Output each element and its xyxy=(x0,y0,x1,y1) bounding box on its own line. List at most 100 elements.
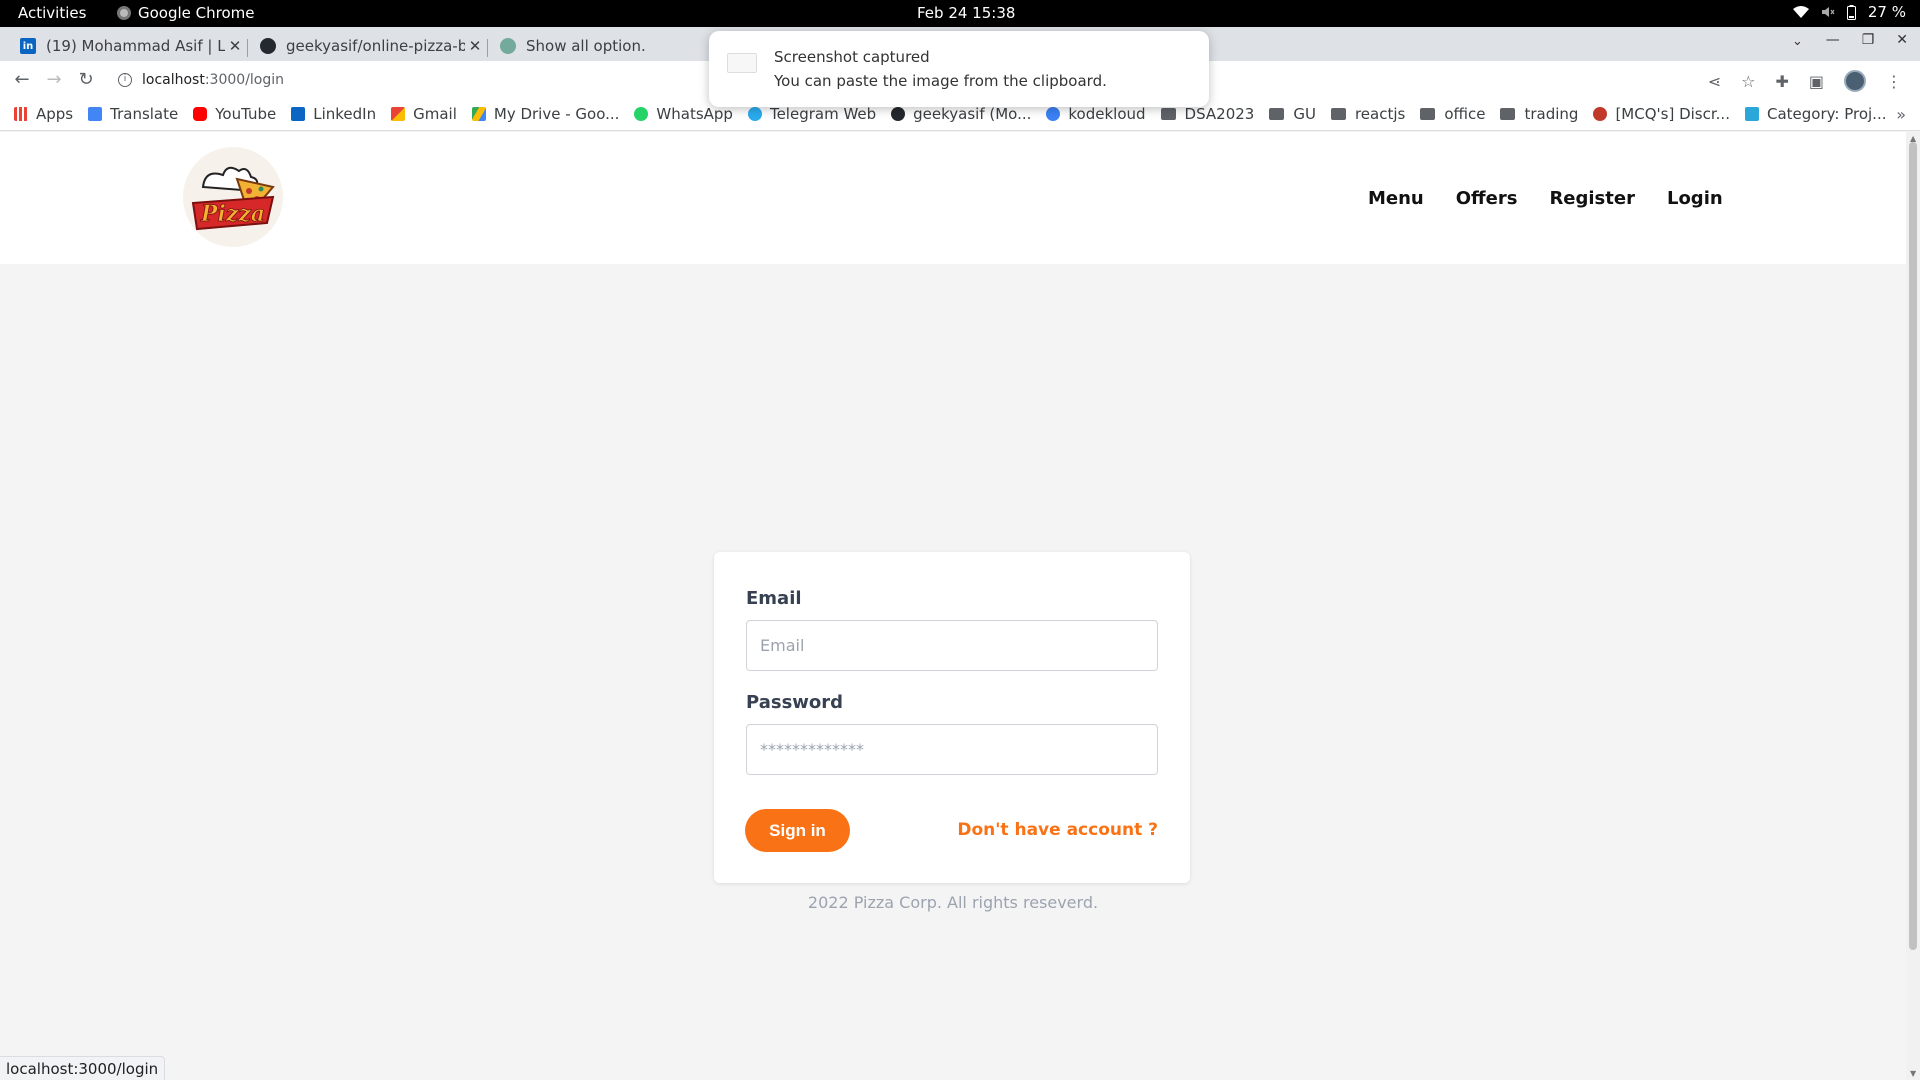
tab-title: geekyasif/online-pizza-bakery xyxy=(286,37,465,55)
bookmark-kodekloud[interactable]: kodekloud xyxy=(1046,105,1146,123)
footer-copyright: 2022 Pizza Corp. All rights reseverd. xyxy=(807,893,1099,912)
bookmark-folder-dsa2023[interactable]: DSA2023 xyxy=(1160,105,1255,123)
pizza-logo[interactable]: Pizza xyxy=(183,147,283,247)
chrome-menu-icon[interactable]: ⋮ xyxy=(1886,72,1902,91)
tab-chatgpt[interactable]: Show all option. xyxy=(480,31,710,61)
activities-button[interactable]: Activities xyxy=(18,4,86,22)
bookmark-label: Translate xyxy=(110,105,179,123)
app-menu[interactable]: Google Chrome xyxy=(117,4,255,22)
bookmark-translate[interactable]: Translate xyxy=(88,105,178,123)
whatsapp-icon xyxy=(634,107,649,121)
login-card: Email Email Password ************* Sign … xyxy=(714,552,1190,883)
bookmark-label: LinkedIn xyxy=(313,105,377,123)
bookmark-label: Telegram Web xyxy=(769,105,877,123)
back-icon[interactable]: ← xyxy=(11,69,33,90)
bookmark-label: [MCQ's] Discr... xyxy=(1615,105,1730,123)
bookmark-label: DSA2023 xyxy=(1184,105,1255,123)
screenshot-notification[interactable]: Screenshot captured You can paste the im… xyxy=(709,31,1209,107)
drive-icon xyxy=(471,107,486,121)
url-host: localhost xyxy=(142,72,205,88)
email-label: Email xyxy=(746,588,802,609)
main-nav: Menu Offers Register Login xyxy=(1368,188,1723,209)
pizza-logo-icon: Pizza xyxy=(191,166,275,231)
nav-register[interactable]: Register xyxy=(1549,188,1635,209)
bookmark-folder-office[interactable]: office xyxy=(1420,105,1485,123)
linkedin-icon xyxy=(291,107,306,121)
bookmark-star-icon[interactable]: ☆ xyxy=(1741,72,1755,91)
github-icon xyxy=(260,38,276,54)
chatgpt-icon xyxy=(500,38,516,54)
scroll-down-icon[interactable]: ▼ xyxy=(1910,1069,1916,1078)
bookmark-github[interactable]: geekyasif (Mo... xyxy=(891,105,1031,123)
profile-avatar[interactable] xyxy=(1844,70,1866,92)
system-top-bar: Activities Google Chrome Feb 24 15:38 27… xyxy=(0,0,1920,27)
bookmark-label: trading xyxy=(1524,105,1579,123)
folder-icon xyxy=(1269,108,1285,120)
bookmark-whatsapp[interactable]: WhatsApp xyxy=(634,105,733,123)
bookmark-folder-trading[interactable]: trading xyxy=(1500,105,1578,123)
page-scrollbar[interactable]: ▲ ▼ xyxy=(1906,132,1920,1080)
bookmark-label: GU xyxy=(1293,105,1316,123)
sign-in-button[interactable]: Sign in xyxy=(745,809,850,852)
linkedin-icon: in xyxy=(20,38,36,54)
tab-search-icon[interactable]: ⌄ xyxy=(1792,34,1803,49)
bookmark-youtube[interactable]: YouTube xyxy=(193,105,276,123)
bookmark-drive[interactable]: My Drive - Goo... xyxy=(471,105,620,123)
github-icon xyxy=(891,107,906,121)
side-panel-icon[interactable]: ▣ xyxy=(1809,72,1824,91)
logo-text: Pizza xyxy=(200,201,265,227)
battery-icon xyxy=(1846,4,1856,20)
no-account-link[interactable]: Don't have account ? xyxy=(957,820,1158,840)
bookmark-category[interactable]: Category: Proj... xyxy=(1744,105,1887,123)
app-name: Google Chrome xyxy=(138,4,255,22)
password-placeholder: ************* xyxy=(760,740,864,759)
folder-icon xyxy=(1420,108,1436,120)
bookmark-label: WhatsApp xyxy=(656,105,733,123)
kodekloud-icon xyxy=(1046,107,1061,121)
nav-menu[interactable]: Menu xyxy=(1368,188,1424,209)
bookmark-mcq[interactable]: [MCQ's] Discr... xyxy=(1593,105,1730,123)
clock[interactable]: Feb 24 15:38 xyxy=(917,4,1015,22)
telegram-icon xyxy=(747,107,762,121)
tab-title: (19) Mohammad Asif | LinkedIn xyxy=(46,37,225,55)
bookmarks-overflow-icon[interactable]: » xyxy=(1896,105,1906,124)
link-status-bar: localhost:3000/login xyxy=(0,1056,166,1080)
tab-linkedin[interactable]: in (19) Mohammad Asif | LinkedIn ✕ xyxy=(0,31,245,61)
volume-muted-icon xyxy=(1821,7,1835,17)
email-placeholder: Email xyxy=(760,636,805,655)
site-header: Pizza Menu Offers Register Login xyxy=(0,132,1906,264)
bookmark-telegram[interactable]: Telegram Web xyxy=(747,105,877,123)
folder-icon xyxy=(1330,108,1346,120)
bookmark-label: My Drive - Goo... xyxy=(493,105,620,123)
bookmark-label: Apps xyxy=(36,105,74,123)
restore-icon[interactable]: ❐ xyxy=(1862,32,1875,48)
bookmark-gmail[interactable]: Gmail xyxy=(391,105,457,123)
window-controls: — ❐ ✕ xyxy=(1826,32,1908,48)
minimize-icon[interactable]: — xyxy=(1826,32,1840,48)
tab-github[interactable]: geekyasif/online-pizza-bakery ✕ xyxy=(240,31,485,61)
bookmark-folder-reactjs[interactable]: reactjs xyxy=(1330,105,1406,123)
scrollbar-thumb[interactable] xyxy=(1909,142,1917,950)
bookmark-label: kodekloud xyxy=(1068,105,1146,123)
extensions-icon[interactable]: ✚ xyxy=(1775,72,1788,91)
bookmark-folder-gu[interactable]: GU xyxy=(1269,105,1316,123)
reload-icon[interactable]: ↻ xyxy=(75,69,97,90)
system-tray[interactable]: 27 % xyxy=(1792,3,1906,21)
nav-login[interactable]: Login xyxy=(1667,188,1723,209)
battery-percent: 27 % xyxy=(1867,3,1906,21)
share-icon[interactable]: ⋖ xyxy=(1708,72,1721,91)
notification-title: Screenshot captured xyxy=(774,48,930,66)
nav-offers[interactable]: Offers xyxy=(1456,188,1518,209)
forward-icon[interactable]: → xyxy=(43,69,65,90)
bookmark-apps[interactable]: Apps xyxy=(14,105,73,123)
close-window-icon[interactable]: ✕ xyxy=(1896,32,1908,48)
url-path: :3000/login xyxy=(204,72,285,88)
email-field[interactable]: Email xyxy=(746,620,1158,671)
password-field[interactable]: ************* xyxy=(746,724,1158,775)
folder-icon xyxy=(1160,108,1176,120)
folder-icon xyxy=(1500,108,1516,120)
mcq-icon xyxy=(1593,107,1608,121)
bookmark-linkedin[interactable]: LinkedIn xyxy=(291,105,376,123)
bookmark-label: reactjs xyxy=(1354,105,1406,123)
site-info-icon[interactable]: i xyxy=(118,73,132,87)
